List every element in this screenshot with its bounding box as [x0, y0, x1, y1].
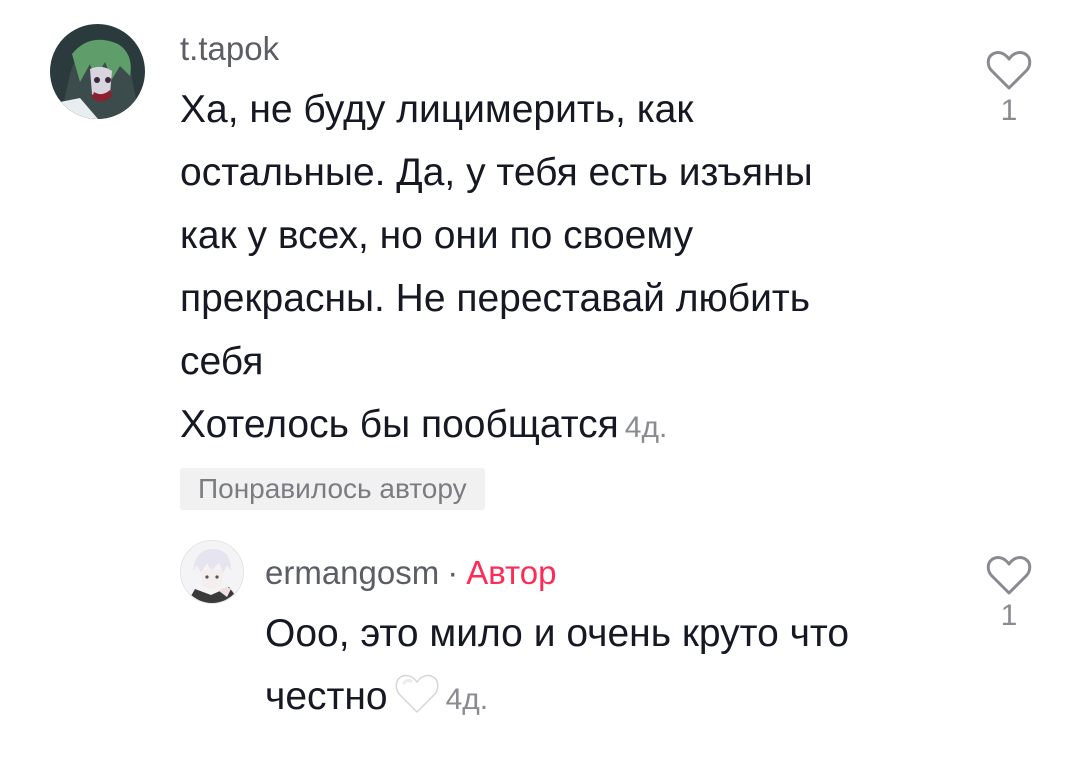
reply-like-count: 1 [1000, 599, 1018, 632]
reply-username[interactable]: ermangosm [265, 554, 439, 591]
liked-by-author-badge: Понравилось автору [180, 468, 485, 510]
heart-outline-icon [986, 556, 1032, 595]
user-avatar[interactable] [50, 24, 145, 119]
comment-timestamp: 4д. [624, 411, 668, 444]
reply-text-line-last: честно 4д. [265, 665, 965, 734]
like-button[interactable]: 1 [979, 50, 1039, 126]
like-count: 1 [1000, 94, 1018, 127]
comment-text-line: себя [180, 340, 264, 383]
avatar-image [50, 24, 145, 119]
reply-header: ermangosm · Автор [265, 556, 557, 589]
comment-text-line: остальные. Да, у тебя есть изъяны [180, 151, 813, 194]
comment-text-line-last: Хотелось бы пообщатся 4д. [180, 393, 940, 459]
heart-outline-icon [986, 51, 1032, 90]
username-separator: · [447, 554, 459, 591]
reply-text: Ооо, это мило и очень круто что честно 4д… [265, 602, 965, 734]
white-heart-icon [394, 671, 440, 734]
reply-text-line: честно [265, 675, 388, 718]
comment-text-line: как у всех, но они по своему [180, 214, 694, 257]
reply-user-avatar[interactable] [180, 540, 244, 604]
reply-timestamp: 4д. [445, 683, 489, 716]
comment-text-line: Хотелось бы пообщатся [180, 403, 619, 446]
comment-text-line: прекрасны. Не переставай любить [180, 277, 811, 320]
author-tag: Автор [466, 554, 557, 591]
comment-username[interactable]: t.tapok [180, 32, 279, 65]
comment-text: Ха, не буду лицимерить, как остальные. Д… [180, 78, 940, 459]
comment-text-line: Ха, не буду лицимерить, как [180, 88, 694, 131]
reply-avatar-image [181, 541, 243, 603]
reply-text-line: Ооо, это мило и очень круто что [265, 612, 850, 655]
reply-like-button[interactable]: 1 [979, 555, 1039, 631]
